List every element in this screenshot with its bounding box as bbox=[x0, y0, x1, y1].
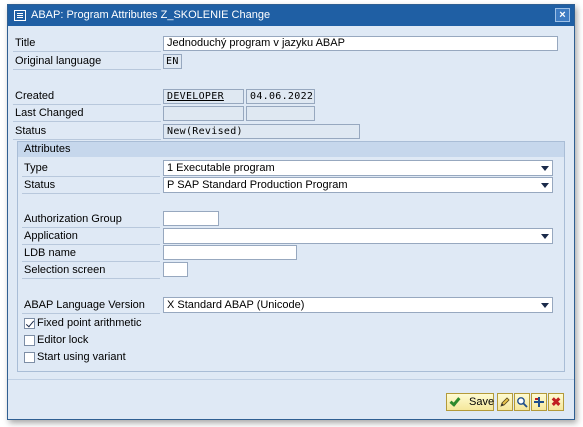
title-input[interactable]: Jednoduchý program v jazyku ABAP bbox=[163, 36, 558, 51]
created-date-field: 04.06.2022 bbox=[246, 89, 315, 104]
start-using-variant-checkbox[interactable] bbox=[24, 352, 35, 363]
divider bbox=[22, 313, 160, 314]
divider bbox=[22, 227, 160, 228]
divider bbox=[22, 278, 160, 279]
abap-language-version-value: X Standard ABAP (Unicode) bbox=[167, 299, 305, 311]
application-label: Application bbox=[24, 230, 78, 242]
divider bbox=[22, 193, 160, 194]
find-icon[interactable] bbox=[514, 393, 530, 411]
last-changed-label: Last Changed bbox=[15, 107, 84, 119]
chevron-down-icon[interactable] bbox=[541, 303, 549, 308]
edit-icon[interactable] bbox=[497, 393, 513, 411]
layout-icon[interactable] bbox=[531, 393, 547, 411]
original-language-field: EN bbox=[163, 54, 182, 69]
attributes-header: Attributes bbox=[18, 142, 564, 157]
divider bbox=[13, 51, 161, 52]
attributes-group: Attributes Type 1 Executable program Sta… bbox=[17, 141, 565, 372]
fixed-point-arithmetic-label: Fixed point arithmetic bbox=[37, 317, 142, 329]
original-language-label: Original language bbox=[15, 55, 102, 67]
abap-language-version-label: ABAP Language Version bbox=[24, 299, 145, 311]
editor-lock-checkbox[interactable] bbox=[24, 335, 35, 346]
chevron-down-icon[interactable] bbox=[541, 183, 549, 188]
editor-lock-label: Editor lock bbox=[37, 334, 89, 346]
created-user-field: DEVELOPER bbox=[163, 89, 244, 104]
status-dropdown[interactable]: P SAP Standard Production Program bbox=[163, 177, 553, 193]
selection-screen-input[interactable] bbox=[163, 262, 188, 277]
dialog-content: Title Jednoduchý program v jazyku ABAP O… bbox=[13, 30, 569, 376]
abap-language-version-dropdown[interactable]: X Standard ABAP (Unicode) bbox=[163, 297, 553, 313]
title-label: Title bbox=[15, 37, 36, 49]
ldb-name-label: LDB name bbox=[24, 247, 76, 259]
status-field: New(Revised) bbox=[163, 124, 360, 139]
last-changed-user-field bbox=[163, 106, 244, 121]
dialog-footer: Save ✖ bbox=[8, 379, 574, 419]
divider bbox=[13, 104, 161, 105]
window-title: ABAP: Program Attributes Z_SKOLENIE Chan… bbox=[31, 9, 271, 21]
close-icon[interactable]: × bbox=[555, 8, 570, 22]
attr-status-label: Status bbox=[24, 179, 56, 191]
cancel-icon[interactable]: ✖ bbox=[548, 393, 564, 411]
divider bbox=[13, 139, 161, 140]
status-dropdown-value: P SAP Standard Production Program bbox=[167, 179, 348, 191]
status-label: Status bbox=[15, 125, 47, 137]
checkmark-icon bbox=[449, 395, 461, 407]
fixed-point-arithmetic-checkbox[interactable] bbox=[24, 318, 35, 329]
title-bar: ABAP: Program Attributes Z_SKOLENIE Chan… bbox=[8, 5, 574, 26]
dialog-icon bbox=[14, 10, 26, 21]
save-label: Save bbox=[469, 396, 495, 408]
ldb-name-input[interactable] bbox=[163, 245, 297, 260]
start-using-variant-label: Start using variant bbox=[37, 351, 126, 363]
application-dropdown[interactable] bbox=[163, 228, 553, 244]
authorization-group-label: Authorization Group bbox=[24, 213, 122, 225]
divider bbox=[22, 176, 160, 177]
divider bbox=[22, 261, 160, 262]
last-changed-date-field bbox=[246, 106, 315, 121]
divider bbox=[13, 69, 161, 70]
program-attributes-dialog: ABAP: Program Attributes Z_SKOLENIE Chan… bbox=[7, 4, 575, 420]
type-value: 1 Executable program bbox=[167, 162, 275, 174]
created-label: Created bbox=[15, 90, 55, 102]
type-label: Type bbox=[24, 162, 48, 174]
selection-screen-label: Selection screen bbox=[24, 264, 106, 276]
type-dropdown[interactable]: 1 Executable program bbox=[163, 160, 553, 176]
divider bbox=[22, 244, 160, 245]
divider bbox=[13, 121, 161, 122]
chevron-down-icon[interactable] bbox=[541, 166, 549, 171]
authorization-group-input[interactable] bbox=[163, 211, 219, 226]
chevron-down-icon[interactable] bbox=[541, 234, 549, 239]
save-button[interactable]: Save bbox=[446, 393, 494, 411]
